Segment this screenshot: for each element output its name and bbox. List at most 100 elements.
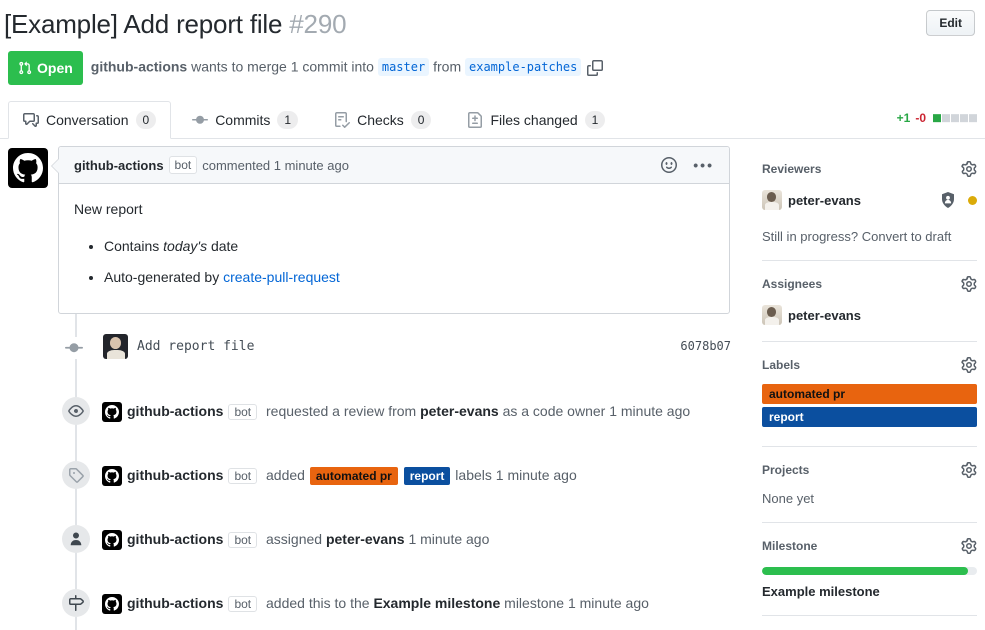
event-actor-link[interactable]: github-actions [127,531,223,547]
diffstat[interactable]: +1 -0 [897,111,977,125]
event-target-link[interactable]: Example milestone [373,595,500,611]
gear-icon[interactable] [961,462,977,478]
milestone-link[interactable]: Example milestone [762,584,977,599]
event-text: github-actionsbot added automated pr rep… [102,465,577,486]
git-commit-icon [192,112,208,128]
pr-author-link[interactable]: github-actions [91,58,187,74]
label-report[interactable]: report [404,467,451,485]
avatar[interactable] [762,190,782,210]
event-target-link[interactable]: peter-evans [326,531,405,547]
tab-conversation-count: 0 [136,111,157,129]
label-automated-pr[interactable]: automated pr [310,467,398,485]
milestone-title: Milestone [762,539,817,553]
github-mark-icon [105,597,119,611]
gear-icon[interactable] [961,357,977,373]
github-mark-icon [105,405,119,419]
convert-to-draft-link[interactable]: Convert to draft [862,229,952,244]
event-timestamp-link[interactable]: 1 minute ago [408,531,489,547]
avatar[interactable] [102,402,122,422]
labels-title: Labels [762,358,800,372]
comment-discussion-icon [23,112,39,128]
sidebar-section-labels: Labels automated pr report [762,342,977,447]
tab-conversation-label: Conversation [46,112,129,128]
smiley-icon[interactable] [661,157,677,173]
event-target-link[interactable]: peter-evans [420,403,499,419]
create-pull-request-link[interactable]: create-pull-request [223,269,340,285]
diffstat-blocks [933,114,977,122]
reviewers-title: Reviewers [762,162,821,176]
timeline-event-assigned: github-actionsbot assigned peter-evans 1… [0,525,731,555]
milestone-icon [62,589,90,617]
comment-author-link[interactable]: github-actions [74,158,164,173]
diffstat-additions: +1 [897,111,911,125]
commit-sha-link[interactable]: 6078b07 [680,339,731,353]
base-branch-label[interactable]: master [378,58,429,76]
event-description: labels [451,467,495,483]
timeline-event-labeled: github-actionsbot added automated pr rep… [0,461,731,491]
tab-checks-label: Checks [357,112,404,128]
diffstat-block [933,114,941,122]
timeline-event-review-requested: github-actionsbot requested a review fro… [0,397,731,427]
reviewer-link[interactable]: peter-evans [788,193,861,208]
avatar[interactable] [762,305,782,325]
projects-empty-text: None yet [762,491,977,506]
tab-conversation[interactable]: Conversation 0 [8,101,171,139]
pending-review-dot-icon [968,196,977,205]
tab-commits-label: Commits [215,112,270,128]
labels-list: automated pr report [762,384,977,427]
tab-commits-count: 1 [277,111,298,129]
discussion-timeline: github-actions bot commented 1 minute ag… [0,146,745,630]
git-commit-icon [65,337,83,359]
event-timestamp-link[interactable]: 1 minute ago [496,467,577,483]
gear-icon[interactable] [961,276,977,292]
pr-tabs: Conversation 0 Commits 1 Checks 0 Files … [0,101,985,139]
event-description: milestone [500,595,568,611]
tab-commits[interactable]: Commits 1 [177,101,313,139]
event-actor-link[interactable]: github-actions [127,467,223,483]
pr-description-comment: github-actions bot commented 1 minute ag… [58,146,730,314]
pr-header: [Example] Add report file #290 Edit Open… [0,0,985,85]
sidebar: Reviewers peter-evans Still in progress?… [762,146,977,616]
label-report[interactable]: report [762,407,977,427]
event-text: github-actionsbot assigned peter-evans 1… [102,529,489,550]
diffstat-block [969,114,977,122]
shield-icon [940,192,956,208]
timeline-event-milestoned: github-actionsbot added this to the Exam… [0,589,731,619]
assignee-link[interactable]: peter-evans [788,308,861,323]
copy-branch-button[interactable] [587,60,603,76]
avatar[interactable] [8,148,48,188]
kebab-menu-icon[interactable]: ••• [693,157,714,173]
comment-list-item: Contains today's date [104,236,714,257]
page-title: [Example] Add report file #290 [4,8,975,41]
avatar[interactable] [103,334,128,359]
checklist-icon [334,112,350,128]
bot-badge: bot [228,404,257,420]
head-branch-label[interactable]: example-patches [465,58,581,76]
tab-files-changed[interactable]: Files changed 1 [452,101,620,139]
pr-from-text: from [429,58,465,74]
avatar[interactable] [102,594,122,614]
avatar[interactable] [102,466,122,486]
pr-state-label: Open [37,55,73,81]
milestone-progress-fill [762,567,968,575]
tab-checks[interactable]: Checks 0 [319,101,446,139]
copy-icon [587,60,603,76]
pr-meta: Opengithub-actions wants to merge 1 comm… [8,51,975,85]
event-timestamp-link[interactable]: 1 minute ago [568,595,649,611]
comment-meta[interactable]: commented 1 minute ago [202,158,349,173]
event-actor-link[interactable]: github-actions [127,403,223,419]
diffstat-block [960,114,968,122]
gear-icon[interactable] [961,161,977,177]
gear-icon[interactable] [961,538,977,554]
event-actor-link[interactable]: github-actions [127,595,223,611]
projects-title: Projects [762,463,809,477]
edit-button[interactable]: Edit [926,10,975,36]
reviewer-row: peter-evans [762,190,977,210]
bot-badge: bot [228,596,257,612]
commit-message-link[interactable]: Add report file [137,339,254,354]
event-timestamp-link[interactable]: 1 minute ago [609,403,690,419]
comment-list: Contains today's date Auto-generated by … [74,236,714,288]
avatar[interactable] [102,530,122,550]
pr-title-text: [Example] Add report file [4,9,282,39]
label-automated-pr[interactable]: automated pr [762,384,977,404]
